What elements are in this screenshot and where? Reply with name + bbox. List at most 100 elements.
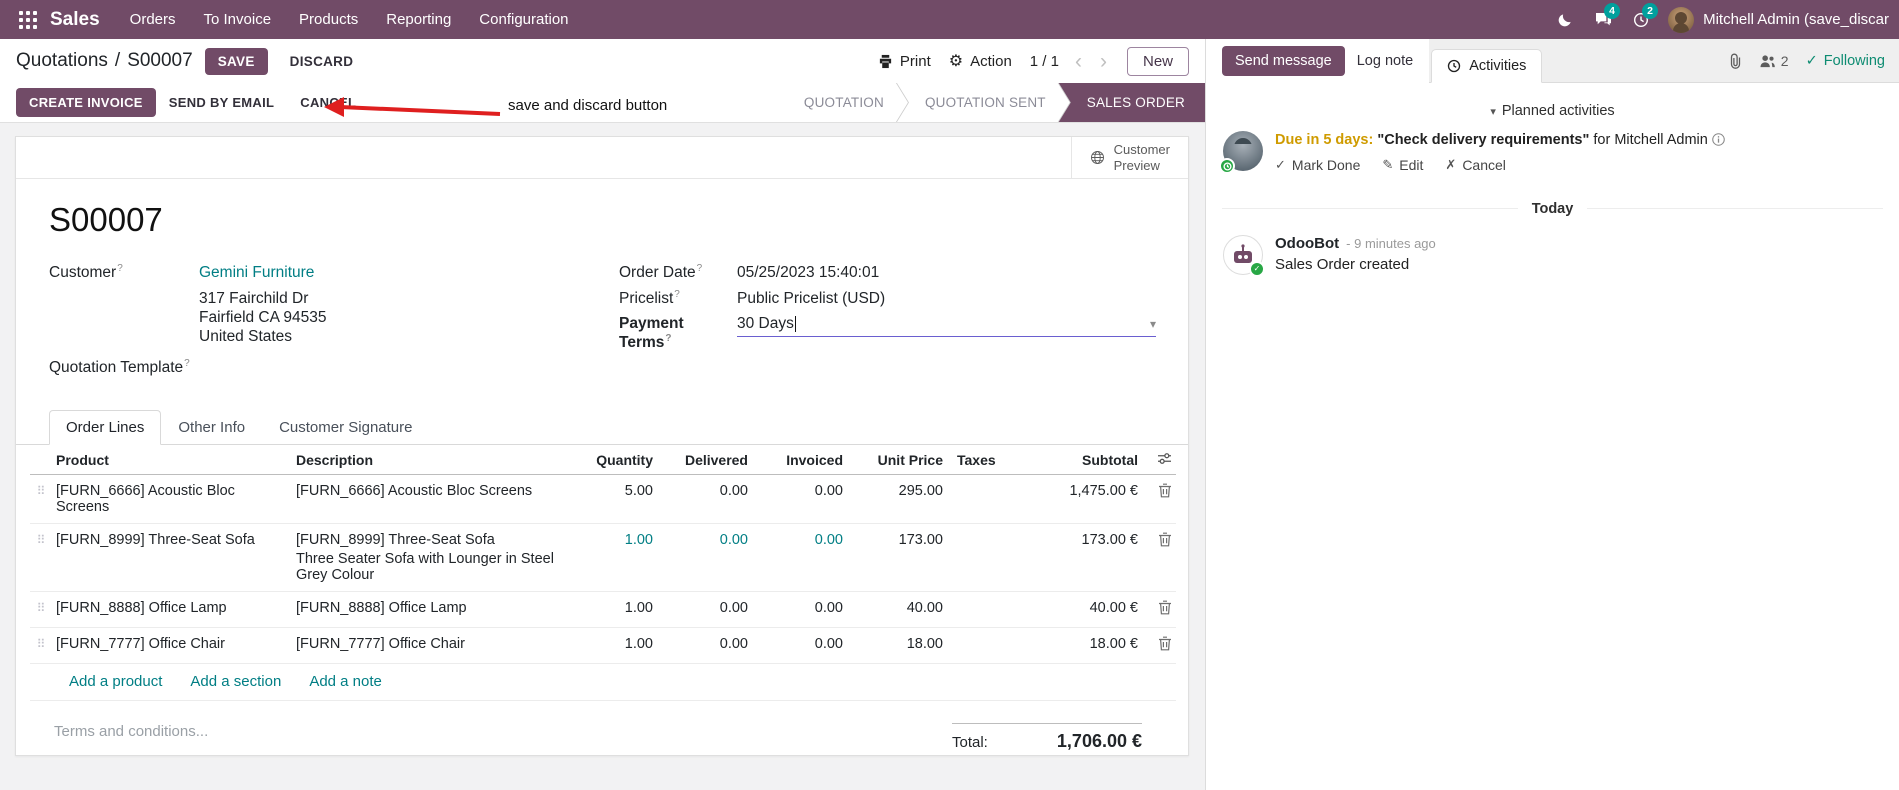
drag-handle-icon[interactable]: ⠿	[30, 475, 52, 506]
menu-reporting[interactable]: Reporting	[372, 0, 465, 39]
cell-invoiced[interactable]: 0.00	[752, 628, 847, 660]
cell-unit-price[interactable]: 173.00	[847, 524, 947, 556]
menu-products[interactable]: Products	[285, 0, 372, 39]
delete-line-button[interactable]	[1158, 600, 1172, 618]
apps-menu-icon[interactable]	[10, 0, 46, 39]
discard-button[interactable]: DISCARD	[280, 48, 364, 75]
tab-customer-signature[interactable]: Customer Signature	[262, 410, 429, 445]
cell-product[interactable]: [FURN_6666] Acoustic Bloc Screens	[52, 475, 292, 523]
add-a-product-link[interactable]: Add a product	[69, 673, 162, 690]
state-quotation-sent[interactable]: QUOTATION SENT	[897, 83, 1070, 122]
action-button[interactable]: ⚙ Action	[949, 51, 1012, 71]
save-button[interactable]: SAVE	[204, 47, 268, 75]
drag-handle-icon[interactable]: ⠿	[30, 592, 52, 623]
cell-delivered[interactable]: 0.00	[657, 475, 752, 507]
cell-invoiced[interactable]: 0.00	[752, 475, 847, 507]
messages-button[interactable]: 4	[1584, 0, 1622, 39]
table-row[interactable]: ⠿ [FURN_6666] Acoustic Bloc Screens [FUR…	[30, 475, 1176, 524]
cell-description[interactable]: [FURN_6666] Acoustic Bloc Screens	[292, 475, 571, 507]
sheet-header: Customer Preview	[16, 137, 1188, 179]
menu-orders[interactable]: Orders	[116, 0, 190, 39]
cell-description[interactable]: [FURN_7777] Office Chair	[292, 628, 571, 660]
table-row[interactable]: ⠿ [FURN_8888] Office Lamp [FURN_8888] Of…	[30, 592, 1176, 628]
cell-product[interactable]: [FURN_8888] Office Lamp	[52, 592, 292, 624]
tab-order-lines[interactable]: Order Lines	[49, 410, 162, 445]
delete-line-button[interactable]	[1158, 636, 1172, 654]
cell-quantity[interactable]: 1.00	[571, 592, 657, 624]
state-sales-order[interactable]: SALES ORDER	[1058, 83, 1205, 122]
pager-next-button[interactable]: ›	[1098, 51, 1109, 72]
cell-delivered[interactable]: 0.00	[657, 628, 752, 660]
menu-configuration[interactable]: Configuration	[465, 0, 582, 39]
attachments-button[interactable]	[1728, 53, 1742, 69]
cell-description[interactable]: [FURN_8999] Three-Seat Sofa Three Seater …	[292, 524, 571, 591]
payment-terms-input[interactable]: 30 Days ▾	[737, 315, 1156, 337]
col-description: Description	[296, 452, 374, 468]
pager-previous-button[interactable]: ‹	[1073, 51, 1084, 72]
menu-to-invoice[interactable]: To Invoice	[190, 0, 286, 39]
add-a-note-link[interactable]: Add a note	[309, 673, 382, 690]
cell-taxes[interactable]	[947, 524, 1017, 540]
cell-unit-price[interactable]: 40.00	[847, 592, 947, 624]
new-button[interactable]: New	[1126, 46, 1189, 76]
cell-unit-price[interactable]: 295.00	[847, 475, 947, 507]
followers-button[interactable]: 2	[1759, 53, 1789, 69]
cell-quantity[interactable]: 5.00	[571, 475, 657, 507]
table-row[interactable]: ⠿ [FURN_7777] Office Chair [FURN_7777] O…	[30, 628, 1176, 664]
edit-activity-button[interactable]: ✎ Edit	[1382, 157, 1423, 173]
create-invoice-button[interactable]: CREATE INVOICE	[16, 88, 156, 117]
tab-other-info[interactable]: Other Info	[161, 410, 262, 445]
tab-activities[interactable]: Activities	[1431, 49, 1543, 83]
cell-quantity[interactable]: 1.00	[571, 524, 657, 556]
activities-label: Activities	[1469, 58, 1527, 74]
print-button[interactable]: Print	[878, 53, 931, 70]
cell-taxes[interactable]	[947, 628, 1017, 644]
state-quotation[interactable]: QUOTATION	[784, 83, 908, 122]
messages-badge: 4	[1604, 3, 1621, 19]
optional-columns-button[interactable]	[1157, 452, 1172, 468]
globe-icon	[1090, 151, 1104, 164]
user-menu[interactable]: Mitchell Admin (save_discar	[1668, 6, 1889, 33]
cell-product[interactable]: [FURN_7777] Office Chair	[52, 628, 292, 660]
user-avatar	[1668, 6, 1695, 33]
planned-activities-header[interactable]: ▾ Planned activities	[1206, 103, 1899, 119]
cell-delivered[interactable]: 0.00	[657, 524, 752, 556]
caret-down-icon[interactable]: ▾	[1150, 317, 1156, 331]
cancel-activity-button[interactable]: ✗ Cancel	[1445, 157, 1506, 173]
terms-placeholder[interactable]: Terms and conditions...	[54, 723, 208, 740]
pricelist-value[interactable]: Public Pricelist (USD)	[737, 290, 885, 308]
app-name[interactable]: Sales	[50, 9, 100, 31]
total-label: Total:	[952, 734, 988, 751]
cell-quantity[interactable]: 1.00	[571, 628, 657, 660]
delete-line-button[interactable]	[1158, 532, 1172, 550]
cancel-button[interactable]: CANCEL	[287, 88, 369, 117]
message-author[interactable]: OdooBot	[1275, 235, 1339, 252]
cell-product[interactable]: [FURN_8999] Three-Seat Sofa	[52, 524, 292, 556]
activities-systray-button[interactable]: 2	[1622, 0, 1660, 39]
delete-line-button[interactable]	[1158, 483, 1172, 501]
customer-link[interactable]: Gemini Furniture	[199, 264, 314, 282]
pricelist-label: Pricelist?	[619, 289, 680, 308]
dark-mode-button[interactable]	[1546, 0, 1584, 39]
add-a-section-link[interactable]: Add a section	[190, 673, 281, 690]
order-date-value[interactable]: 05/25/2023 15:40:01	[737, 264, 879, 282]
table-row[interactable]: ⠿ [FURN_8999] Three-Seat Sofa [FURN_8999…	[30, 524, 1176, 592]
breadcrumb-quotations[interactable]: Quotations	[16, 50, 108, 72]
send-by-email-button[interactable]: SEND BY EMAIL	[156, 88, 288, 117]
cell-unit-price[interactable]: 18.00	[847, 628, 947, 660]
cell-invoiced[interactable]: 0.00	[752, 524, 847, 556]
drag-handle-icon[interactable]: ⠿	[30, 628, 52, 659]
log-note-button[interactable]: Log note	[1357, 53, 1413, 69]
cell-taxes[interactable]	[947, 475, 1017, 491]
info-icon[interactable]	[1712, 133, 1725, 146]
mark-done-button[interactable]: ✓ Mark Done	[1275, 157, 1360, 173]
cell-taxes[interactable]	[947, 592, 1017, 608]
cell-description[interactable]: [FURN_8888] Office Lamp	[292, 592, 571, 624]
cell-invoiced[interactable]: 0.00	[752, 592, 847, 624]
send-message-button[interactable]: Send message	[1222, 46, 1345, 76]
cell-delivered[interactable]: 0.00	[657, 592, 752, 624]
following-button[interactable]: ✓ Following	[1806, 53, 1885, 69]
drag-handle-icon[interactable]: ⠿	[30, 524, 52, 555]
customer-preview-button[interactable]: Customer Preview	[1070, 137, 1188, 178]
check-icon: ✓	[1805, 52, 1818, 69]
